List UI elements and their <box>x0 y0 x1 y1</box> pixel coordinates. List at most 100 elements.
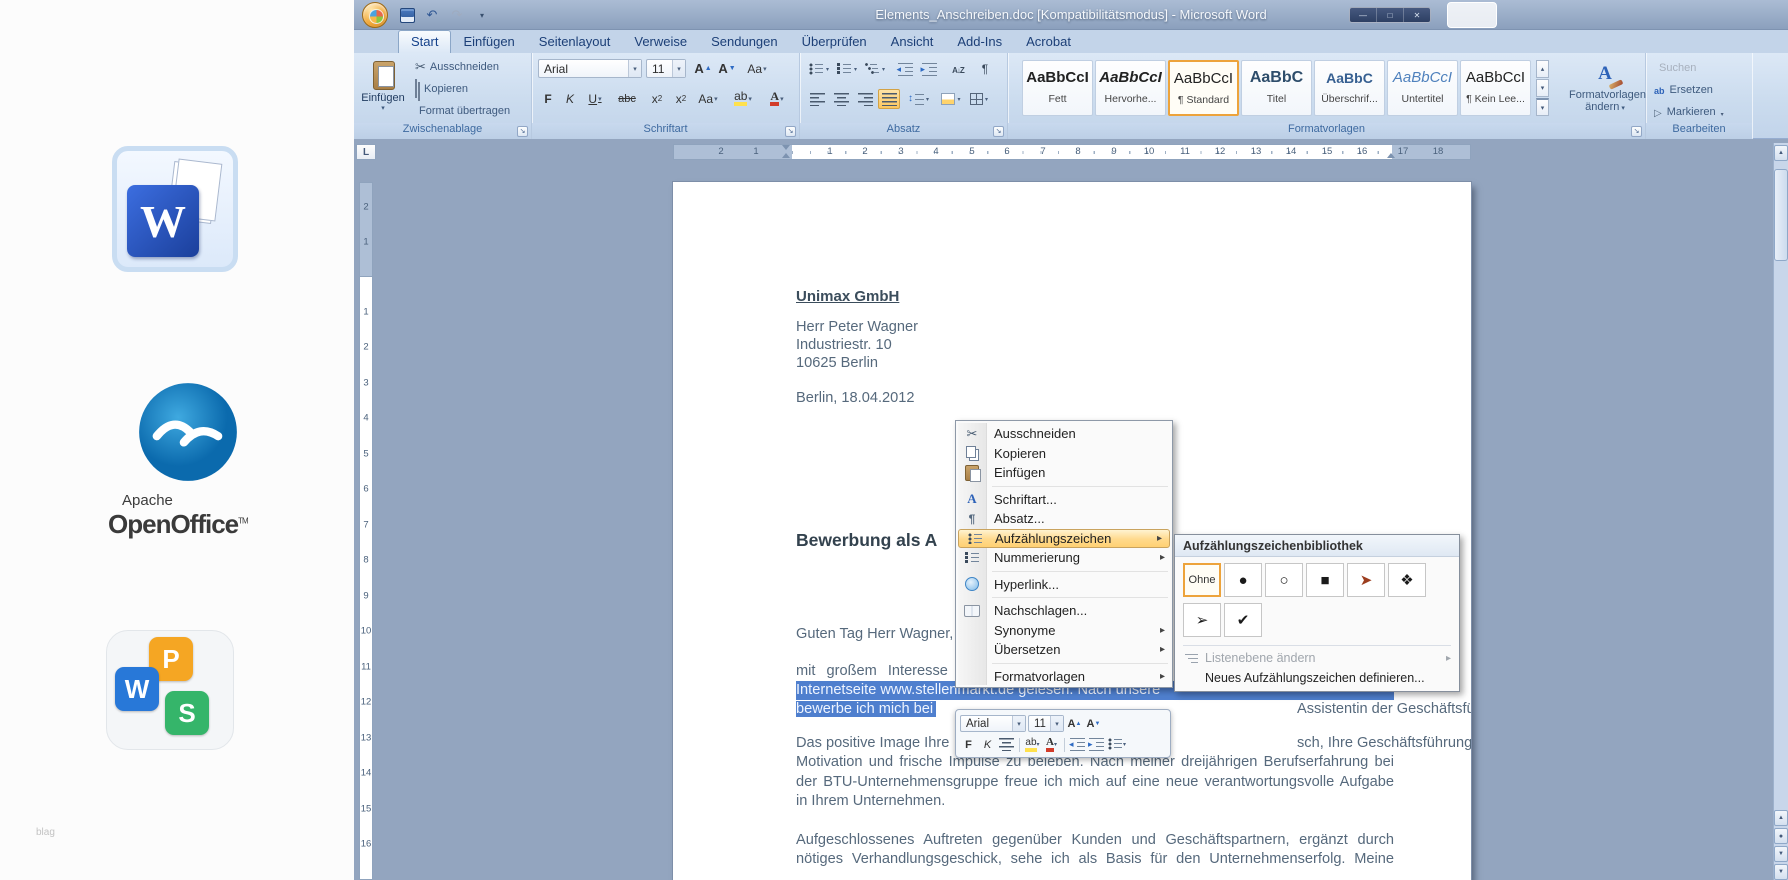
font-size-combo[interactable]: 11 <box>646 59 686 78</box>
shading-button[interactable]: ▾ <box>938 89 964 109</box>
clear-formatting-button[interactable]: Aa▾ <box>744 59 770 78</box>
tab-seitenlayout[interactable]: Seitenlayout <box>527 31 623 53</box>
copy-button[interactable]: Kopieren <box>412 79 471 99</box>
bold-button[interactable]: F <box>538 89 558 108</box>
bullet-chevron-option[interactable]: ➢ <box>1183 603 1221 637</box>
bullet-diamonds-option[interactable]: ❖ <box>1388 563 1426 597</box>
italic-button[interactable]: K <box>560 89 580 108</box>
menu-item-absatz[interactable]: Absatz... <box>956 509 1172 529</box>
style-fett[interactable]: AaBbCcIFett <box>1022 60 1093 116</box>
browse-object-button[interactable]: ● <box>1774 828 1788 844</box>
tab-stop-selector[interactable] <box>356 144 376 160</box>
scroll-up-button[interactable]: ▲ <box>1774 145 1788 161</box>
previous-page-button[interactable]: ▲ <box>1774 810 1788 826</box>
mini-bullets-button[interactable]: ▾ <box>1107 736 1127 753</box>
mini-format-painter-button[interactable] <box>1104 715 1121 732</box>
menu-item-nachschlagen[interactable]: Nachschlagen... <box>956 601 1172 621</box>
tab-einfuegen[interactable]: Einfügen <box>451 31 526 53</box>
style-titel[interactable]: AaBbCTitel <box>1241 60 1312 116</box>
multilevel-list-button[interactable]: ▾ <box>862 59 888 79</box>
hanging-indent-marker[interactable] <box>782 153 790 158</box>
font-dialog-launcher[interactable] <box>785 126 796 137</box>
vertical-scrollbar[interactable]: ▲ ▲ ● ▼ ▼ <box>1773 143 1788 880</box>
mini-increase-indent-button[interactable] <box>1088 736 1105 753</box>
mini-italic-button[interactable]: K <box>979 736 996 753</box>
tab-addins[interactable]: Add-Ins <box>945 31 1014 53</box>
mini-shrink-font-button[interactable]: A▼ <box>1085 715 1102 732</box>
align-left-button[interactable] <box>806 89 828 109</box>
chevron-down-icon[interactable] <box>1012 716 1025 731</box>
tab-start[interactable]: Start <box>398 30 451 53</box>
change-styles-button[interactable]: Formatvorlagen ändern <box>1568 60 1642 120</box>
tab-ueberpruefen[interactable]: Überprüfen <box>790 31 879 53</box>
mini-font-color-button[interactable]: A▾ <box>1043 736 1060 753</box>
align-center-button[interactable] <box>830 89 852 109</box>
paragraph-dialog-launcher[interactable] <box>993 126 1004 137</box>
menu-item-einfuegen[interactable]: Einfügen <box>956 463 1172 483</box>
first-line-indent-marker[interactable] <box>782 145 790 150</box>
line-spacing-button[interactable]: ▾ <box>906 89 932 109</box>
gallery-up-arrow[interactable]: ▴ <box>1536 60 1549 78</box>
mini-grow-font-button[interactable]: A▲ <box>1066 715 1083 732</box>
bullet-circle-option[interactable]: ○ <box>1265 563 1303 597</box>
menu-item-synonyme[interactable]: Synonyme <box>956 621 1172 641</box>
mini-highlight-button[interactable]: ab▾ <box>1024 736 1041 753</box>
cut-button[interactable]: Ausschneiden <box>412 57 502 77</box>
strikethrough-button[interactable]: abc <box>612 89 642 108</box>
menu-item-ausschneiden[interactable]: Ausschneiden <box>956 424 1172 444</box>
superscript-button[interactable]: x2 <box>670 89 692 108</box>
align-right-button[interactable] <box>854 89 876 109</box>
gallery-more-button[interactable]: ▾ <box>1536 98 1549 116</box>
clipboard-dialog-launcher[interactable] <box>517 126 528 137</box>
shrink-font-button[interactable]: A▼ <box>716 59 738 78</box>
style-untertitel[interactable]: AaBbCcIUntertitel <box>1387 60 1458 116</box>
bullet-check-option[interactable]: ✔ <box>1224 603 1262 637</box>
mini-font-name-combo[interactable]: Arial <box>960 715 1026 732</box>
gallery-down-arrow[interactable]: ▾ <box>1536 79 1549 97</box>
bullet-square-option[interactable]: ■ <box>1306 563 1344 597</box>
chevron-down-icon[interactable] <box>1050 716 1063 731</box>
maximize-button[interactable] <box>1377 8 1404 22</box>
font-name-combo[interactable]: Arial <box>538 59 642 78</box>
font-color-button[interactable]: A▾ <box>762 89 792 108</box>
menu-item-aufzaehlungszeichen[interactable]: Aufzählungszeichen <box>958 529 1170 549</box>
chevron-down-icon[interactable] <box>628 60 641 77</box>
bullet-none-option[interactable]: Ohne <box>1183 563 1221 597</box>
bullet-arrow-color-option[interactable]: ➤ <box>1347 563 1385 597</box>
borders-button[interactable]: ▾ <box>966 89 992 109</box>
styles-dialog-launcher[interactable] <box>1631 126 1642 137</box>
chevron-down-icon[interactable] <box>672 60 685 77</box>
tab-acrobat[interactable]: Acrobat <box>1014 31 1083 53</box>
style-ueberschrift[interactable]: AaBbCÜberschrif... <box>1314 60 1385 116</box>
scrollbar-thumb[interactable] <box>1774 169 1788 261</box>
close-button[interactable] <box>1404 8 1430 22</box>
justify-button[interactable] <box>878 89 900 109</box>
bullets-button[interactable]: ▾ <box>806 59 832 79</box>
tab-verweise[interactable]: Verweise <box>622 31 699 53</box>
increase-indent-button[interactable] <box>918 59 940 79</box>
mini-align-center-button[interactable] <box>998 736 1015 753</box>
next-page-button[interactable]: ▼ <box>1774 846 1788 862</box>
numbering-button[interactable]: ▾ <box>834 59 860 79</box>
mini-bold-button[interactable]: F <box>960 736 977 753</box>
style-hervorhebung[interactable]: AaBbCcIHervorhe... <box>1095 60 1166 116</box>
style-standard[interactable]: AaBbCcI¶ Standard <box>1168 60 1239 116</box>
replace-button[interactable]: Ersetzen <box>1654 81 1713 99</box>
define-new-bullet-item[interactable]: Neues Aufzählungszeichen definieren... <box>1175 668 1459 688</box>
right-indent-marker[interactable] <box>1387 153 1395 158</box>
tab-ansicht[interactable]: Ansicht <box>879 31 946 53</box>
mini-font-size-combo[interactable]: 11 <box>1028 715 1064 732</box>
minimize-button[interactable] <box>1350 8 1377 22</box>
show-marks-button[interactable] <box>974 59 996 79</box>
subscript-button[interactable]: x2 <box>646 89 668 108</box>
decrease-indent-button[interactable] <box>894 59 916 79</box>
scroll-down-button[interactable]: ▼ <box>1774 864 1788 880</box>
menu-item-kopieren[interactable]: Kopieren <box>956 444 1172 464</box>
highlight-color-button[interactable]: ab▾ <box>728 89 758 108</box>
bullet-disc-option[interactable]: ● <box>1224 563 1262 597</box>
menu-item-hyperlink[interactable]: Hyperlink... <box>956 575 1172 595</box>
style-kein-leerraum[interactable]: AaBbCcI¶ Kein Lee... <box>1460 60 1531 116</box>
menu-item-schriftart[interactable]: Schriftart... <box>956 490 1172 510</box>
menu-item-uebersetzen[interactable]: Übersetzen <box>956 640 1172 660</box>
underline-button[interactable]: U▾ <box>582 89 608 108</box>
